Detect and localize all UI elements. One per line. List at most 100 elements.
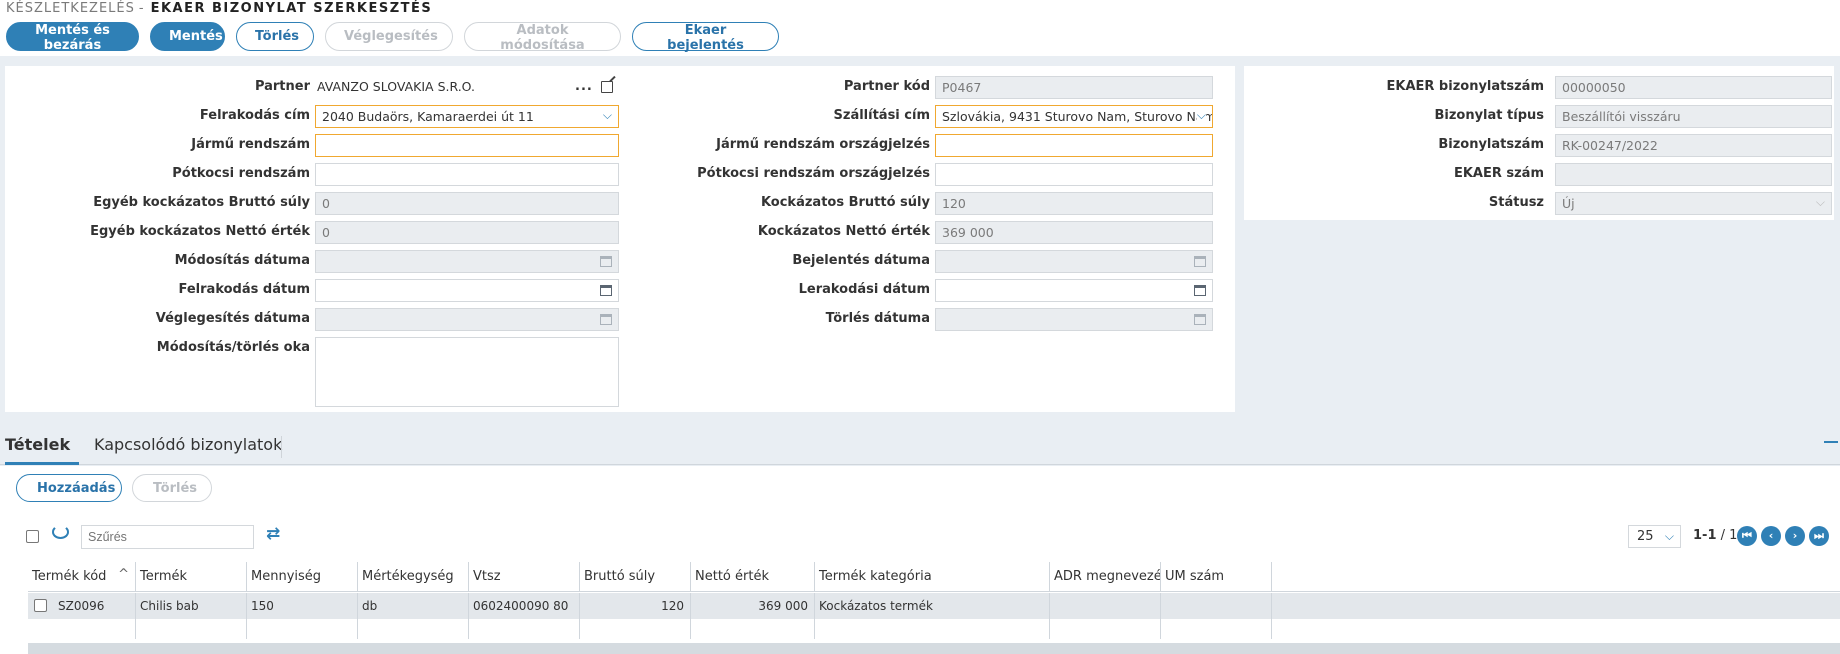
deleted-date-field: [935, 308, 1213, 331]
risky-net-label: Kockázatos Nettó érték: [757, 224, 930, 239]
doc-type-label: Bizonylat típus: [1434, 108, 1544, 123]
tab-divider: [281, 436, 282, 458]
column-header-product-category[interactable]: Termék kategória: [815, 562, 1050, 592]
chevron-down-icon: ⌵: [602, 108, 612, 122]
empty-cell: [247, 619, 358, 639]
ekaer-report-button[interactable]: Ekaer bejelentés: [632, 22, 779, 53]
save-and-close-button[interactable]: Mentés és bezárás: [6, 22, 139, 53]
column-header-product[interactable]: Termék: [136, 562, 247, 592]
main-form-panel: Partner AVANZO SLOVAKIA S.R.O. ... Felra…: [5, 66, 1235, 412]
column-header-gross-weight[interactable]: Bruttó súly: [580, 562, 691, 592]
edit-icon[interactable]: [601, 81, 613, 93]
finalized-date-field: [315, 308, 619, 331]
column-header-um-number[interactable]: UM szám: [1161, 562, 1272, 592]
ekaer-doc-no-field: 00000050: [1555, 76, 1832, 99]
partner-label: Partner: [254, 79, 310, 94]
select-all-checkbox[interactable]: [26, 530, 39, 543]
loading-date-label: Felrakodás dátum: [178, 282, 310, 297]
table-row[interactable]: SZ0096 Chilis bab 150 db 0602400090 80 1…: [28, 593, 1840, 619]
loading-address-select[interactable]: 2040 Budaörs, Kamaraerdei út 11 ⌵: [315, 105, 619, 128]
loading-address-label: Felrakodás cím: [199, 108, 310, 123]
column-header-unit[interactable]: Mértékegység: [358, 562, 469, 592]
top-bar: KÉSZLETKEZELÉS - EKAER BIZONYLAT SZERKESZT…: [0, 0, 1840, 56]
modify-data-button[interactable]: Adatok módosítása: [464, 22, 621, 53]
column-header-quantity[interactable]: Mennyiség: [247, 562, 358, 592]
grid-header: Termék kód ^ Termék Mennyiség Mértékegys…: [28, 562, 1840, 592]
doc-no-label: Bizonylatszám: [1438, 137, 1544, 152]
column-header-vtsz[interactable]: Vtsz: [469, 562, 580, 592]
delete-button[interactable]: Törlés: [236, 22, 314, 51]
vehicle-plate-label: Jármű rendszám: [191, 137, 310, 152]
loading-date-input[interactable]: [315, 279, 619, 302]
unloading-date-input[interactable]: [935, 279, 1213, 302]
items-grid-area: Hozzáadás Törlés ⇄ 25 ⌵ 1-1 / 1 ⏮ ‹ › ⏭ …: [0, 466, 1840, 654]
cell-product-category: Kockázatos termék: [815, 593, 1050, 619]
empty-cell: [1161, 619, 1272, 639]
sort-asc-icon: ^: [118, 567, 129, 582]
calendar-icon[interactable]: [600, 285, 612, 296]
trailer-country-input[interactable]: [935, 163, 1213, 186]
doc-type-field: Beszállítói visszáru: [1555, 105, 1832, 128]
tab-related-documents[interactable]: Kapcsolódó bizonylatok: [94, 428, 282, 465]
refresh-icon[interactable]: [52, 525, 69, 539]
cell-adr-name: [1050, 593, 1161, 619]
next-page-icon[interactable]: ›: [1785, 526, 1805, 546]
empty-cell: [691, 619, 815, 639]
breadcrumb-parent[interactable]: KÉSZLETKEZELÉS: [6, 1, 135, 16]
column-header-product-code[interactable]: Termék kód ^: [28, 562, 136, 592]
risky-net-field: 369 000: [935, 221, 1213, 244]
calendar-icon[interactable]: [1194, 285, 1206, 296]
tab-items[interactable]: Tételek: [5, 428, 79, 465]
pager-info: 1-1 / 1: [1693, 528, 1737, 543]
side-info-panel: EKAER bizonylatszám 00000050 Bizonylat t…: [1244, 66, 1834, 220]
cell-um-number: [1161, 593, 1272, 619]
add-item-button[interactable]: Hozzáadás: [16, 474, 122, 502]
deleted-date-label: Törlés dátuma: [825, 311, 930, 326]
cell-quantity: 150: [247, 593, 358, 619]
column-header-net-value[interactable]: Nettó érték: [691, 562, 815, 592]
modified-date-field: [315, 250, 619, 273]
partner-lookup-icon[interactable]: ...: [575, 79, 593, 94]
page-title: EKAER BIZONYLAT SZERKESZTÉS: [150, 1, 433, 16]
risky-gross-label: Kockázatos Bruttó súly: [760, 195, 930, 210]
empty-cell: [358, 619, 469, 639]
vehicle-country-label: Jármű rendszám országjelzés: [716, 137, 930, 152]
cell-gross-weight: 120: [580, 593, 691, 619]
calendar-icon: [1194, 256, 1206, 267]
pager-range: 1-1: [1693, 528, 1717, 543]
report-date-field: [935, 250, 1213, 273]
finalize-button[interactable]: Véglegesítés: [325, 22, 453, 51]
delivery-address-select[interactable]: Szlovákia, 9431 Sturovo Nam, Sturovo Nám…: [935, 105, 1213, 128]
empty-cell: [815, 619, 1050, 639]
other-risky-gross-field: 0: [315, 192, 619, 215]
other-risky-net-label: Egyéb kockázatos Nettó érték: [90, 224, 310, 239]
prev-page-icon[interactable]: ‹: [1761, 526, 1781, 546]
doc-no-field: RK-00247/2022: [1555, 134, 1832, 157]
page-size-select[interactable]: 25 ⌵: [1628, 525, 1681, 548]
cell-product-code: SZ0096: [28, 593, 136, 619]
unloading-date-label: Lerakodási dátum: [798, 282, 930, 297]
filter-toggle-icon[interactable]: [1824, 441, 1838, 451]
vehicle-country-input[interactable]: [935, 134, 1213, 157]
cell-vtsz: 0602400090 80: [469, 593, 580, 619]
trailer-plate-input[interactable]: [315, 163, 619, 186]
delivery-address-value: Szlovákia, 9431 Sturovo Nam, Sturovo Nám: [942, 109, 1213, 124]
calendar-icon: [600, 256, 612, 267]
breadcrumb: KÉSZLETKEZELÉS - EKAER BIZONYLAT SZERKESZT…: [6, 1, 432, 16]
status-select: Új ⌵: [1555, 192, 1832, 215]
calendar-icon: [1194, 314, 1206, 325]
ekaer-no-field: [1555, 163, 1832, 186]
modified-date-label: Módosítás dátuma: [174, 253, 310, 268]
delete-item-button[interactable]: Törlés: [132, 474, 212, 502]
last-page-icon[interactable]: ⏭: [1809, 526, 1829, 546]
empty-cell: [136, 619, 247, 639]
vehicle-plate-input[interactable]: [315, 134, 619, 157]
grid-filter-input[interactable]: [81, 525, 254, 549]
save-button[interactable]: Mentés: [150, 22, 225, 51]
reason-textarea[interactable]: [315, 337, 619, 407]
cell-product: Chilis bab: [136, 593, 247, 619]
swap-icon[interactable]: ⇄: [266, 524, 280, 544]
finalized-date-label: Véglegesítés dátuma: [155, 311, 310, 326]
column-header-adr-name[interactable]: ADR megnevezés: [1050, 562, 1161, 592]
first-page-icon[interactable]: ⏮: [1737, 526, 1757, 546]
